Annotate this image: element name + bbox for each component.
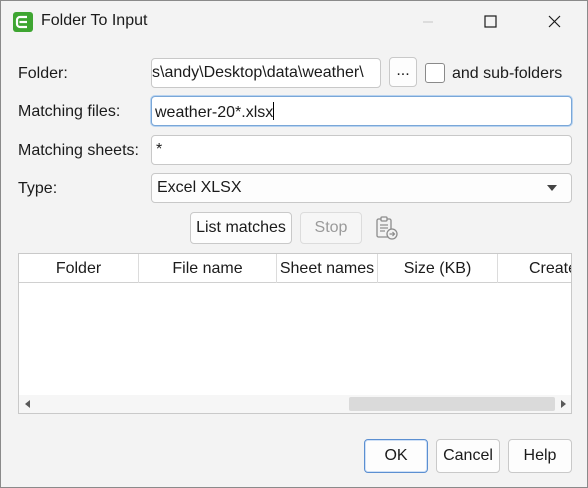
help-button[interactable]: Help — [508, 439, 572, 473]
folder-to-input-dialog: Folder To Input Folder: s\andy\Desktop\d… — [0, 0, 588, 488]
subfolders-label: and sub-folders — [452, 65, 563, 82]
folder-field[interactable]: s\andy\Desktop\data\weather\ — [151, 58, 381, 88]
scrollbar-track[interactable] — [349, 397, 555, 411]
chevron-down-icon — [547, 185, 557, 191]
matching-sheets-label: Matching sheets: — [18, 142, 139, 159]
matching-sheets-text: * — [156, 141, 163, 158]
folder-label: Folder: — [18, 65, 68, 82]
maximize-button[interactable] — [467, 7, 513, 37]
column-header-folder[interactable]: Folder — [19, 254, 139, 283]
type-select-value: Excel XLSX — [157, 179, 242, 196]
clipboard-copy-button[interactable] — [371, 213, 401, 243]
window-title: Folder To Input — [41, 12, 148, 29]
folder-path-text: s\andy\Desktop\data\weather\ — [152, 64, 364, 81]
type-select[interactable]: Excel XLSX — [151, 173, 572, 203]
matching-sheets-input[interactable]: * — [151, 135, 572, 165]
column-header-size[interactable]: Size (KB) — [378, 254, 498, 283]
column-header-file-name[interactable]: File name — [139, 254, 277, 283]
matching-files-input[interactable]: weather-20*.xlsx — [151, 96, 572, 126]
column-header-created[interactable]: Create — [498, 254, 571, 283]
title-bar: Folder To Input — [1, 1, 587, 43]
column-header-sheet-names[interactable]: Sheet names — [277, 254, 378, 283]
matching-files-label: Matching files: — [18, 103, 121, 120]
app-logo-icon — [13, 12, 33, 32]
type-label: Type: — [18, 180, 58, 197]
scroll-right-arrow-icon[interactable] — [558, 399, 568, 409]
minimize-button[interactable] — [405, 7, 451, 37]
scrollbar-thumb[interactable] — [35, 397, 349, 411]
matches-table[interactable]: Folder File name Sheet names Size (KB) C… — [18, 253, 572, 414]
matching-files-text: weather-20*.xlsx — [155, 104, 274, 121]
table-header: Folder File name Sheet names Size (KB) C… — [19, 254, 571, 283]
clipboard-copy-icon — [376, 216, 398, 240]
stop-button[interactable]: Stop — [300, 212, 362, 244]
list-matches-button[interactable]: List matches — [190, 212, 292, 244]
horizontal-scrollbar[interactable] — [19, 395, 571, 413]
text-caret — [273, 102, 275, 120]
cancel-button[interactable]: Cancel — [436, 439, 500, 473]
ok-button[interactable]: OK — [364, 439, 428, 473]
browse-button[interactable]: ... — [389, 57, 417, 87]
close-button[interactable] — [531, 7, 577, 37]
subfolders-checkbox[interactable] — [425, 63, 445, 83]
scroll-left-arrow-icon[interactable] — [23, 399, 33, 409]
